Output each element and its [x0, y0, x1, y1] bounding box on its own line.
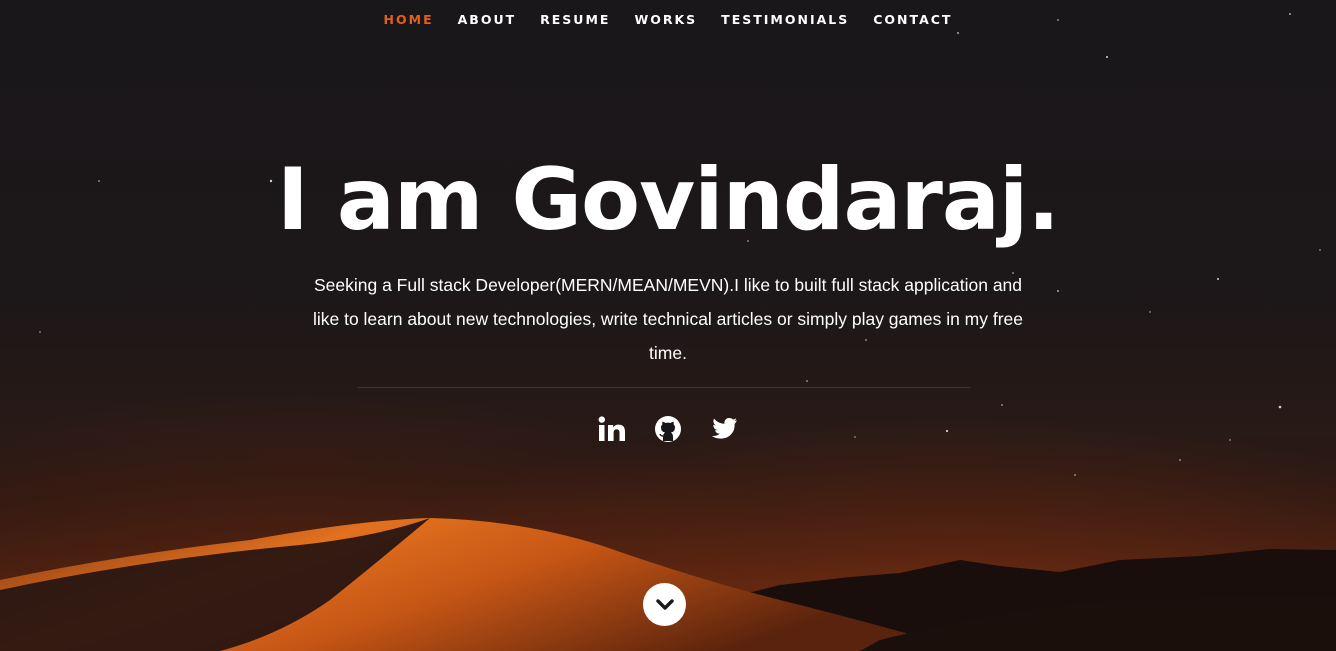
twitter-icon[interactable]	[708, 413, 740, 445]
nav-home[interactable]: HOME	[384, 12, 434, 27]
nav-resume[interactable]: RESUME	[540, 12, 610, 27]
nav-works[interactable]: WORKS	[634, 12, 697, 27]
social-links	[0, 413, 1336, 445]
nav-contact[interactable]: CONTACT	[873, 12, 952, 27]
hero-title: I am Govindaraj.	[276, 150, 1060, 250]
nav-about[interactable]: ABOUT	[458, 12, 517, 27]
main-nav: HOME ABOUT RESUME WORKS TESTIMONIALS CON…	[0, 0, 1336, 38]
nav-testimonials[interactable]: TESTIMONIALS	[721, 12, 849, 27]
hero-description: Seeking a Full stack Developer(MERN/MEAN…	[312, 275, 1024, 363]
chevron-down-icon	[655, 598, 674, 611]
scroll-down-button[interactable]	[643, 583, 686, 626]
linkedin-icon[interactable]	[596, 413, 628, 445]
github-icon[interactable]	[652, 413, 684, 445]
hero-divider	[358, 387, 970, 388]
